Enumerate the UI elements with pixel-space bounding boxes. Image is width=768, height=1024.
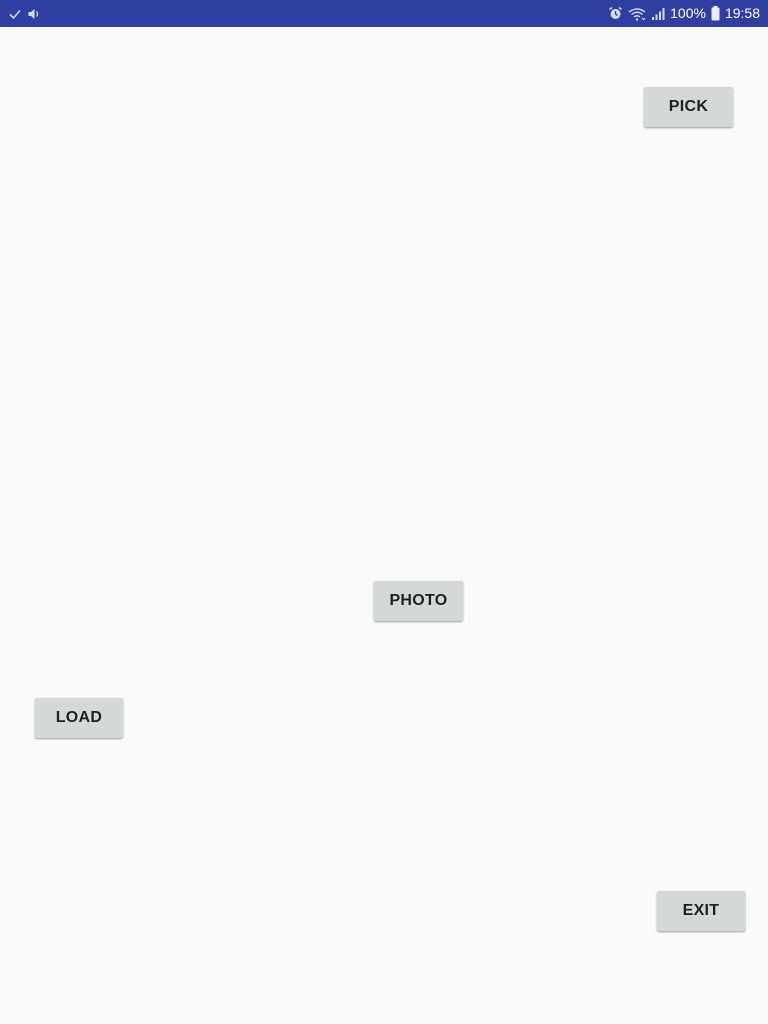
status-bar: 100% 19:58 [0,0,768,27]
battery-percentage: 100% [670,5,706,21]
battery-icon [711,6,720,21]
main-content: PICK PHOTO LOAD EXIT [0,27,768,1024]
signal-icon [651,7,665,21]
status-bar-left [8,7,41,21]
check-icon [8,7,22,21]
photo-button[interactable]: PHOTO [374,581,463,621]
load-button[interactable]: LOAD [35,698,123,738]
exit-button[interactable]: EXIT [657,891,745,931]
status-time: 19:58 [724,5,760,21]
status-bar-right: 100% 19:58 [608,0,760,27]
pick-button[interactable]: PICK [644,87,733,127]
volume-icon [27,7,41,21]
wifi-icon [628,7,646,21]
alarm-icon [608,6,623,21]
